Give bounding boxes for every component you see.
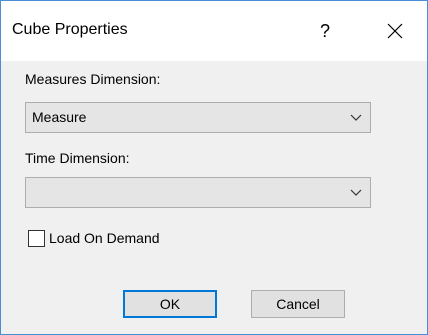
cancel-button[interactable]: Cancel: [251, 290, 345, 318]
ok-button[interactable]: OK: [123, 290, 217, 318]
close-button[interactable]: [372, 14, 418, 48]
measures-dimension-select[interactable]: Measure: [25, 102, 371, 133]
load-on-demand-label[interactable]: Load On Demand: [49, 230, 160, 246]
help-button[interactable]: ?: [302, 14, 348, 48]
close-icon: [387, 23, 403, 39]
measures-dimension-label: Measures Dimension:: [25, 71, 161, 87]
title-bar: Cube Properties ?: [1, 1, 427, 61]
chevron-down-icon: [350, 114, 362, 121]
time-dimension-select[interactable]: [25, 177, 371, 208]
cube-properties-dialog: Cube Properties ? Measures Dimension: Me…: [0, 0, 428, 335]
load-on-demand-checkbox[interactable]: [28, 230, 45, 247]
measures-dimension-value: Measure: [32, 109, 87, 125]
chevron-down-icon: [350, 189, 362, 196]
time-dimension-label: Time Dimension:: [25, 150, 130, 166]
window-title: Cube Properties: [12, 21, 128, 38]
